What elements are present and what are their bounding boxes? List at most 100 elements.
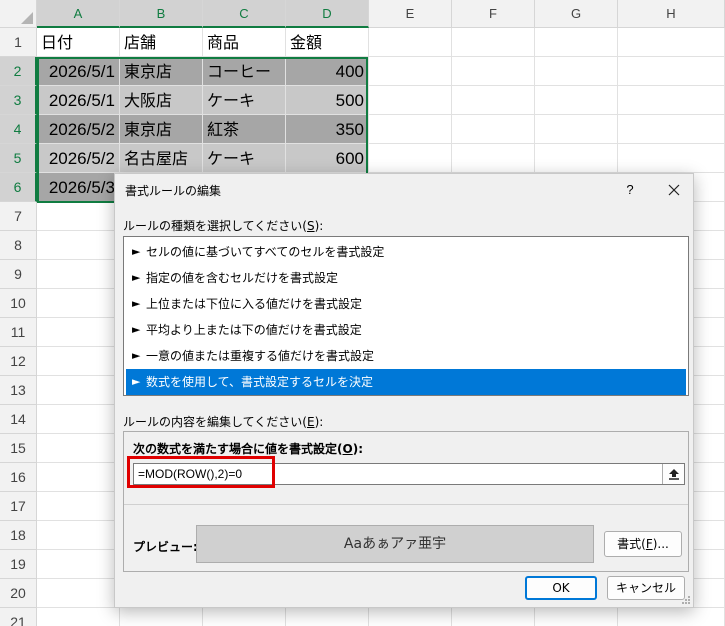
- cell-e1[interactable]: [369, 28, 452, 57]
- row-header-16[interactable]: 16: [0, 463, 37, 492]
- select-all-corner[interactable]: [0, 0, 37, 28]
- cell-a15[interactable]: [37, 434, 120, 463]
- cell-d2[interactable]: 400: [286, 57, 369, 86]
- cell-a10[interactable]: [37, 289, 120, 318]
- cell-g4[interactable]: [535, 115, 618, 144]
- column-header-a[interactable]: A: [37, 0, 120, 28]
- cell-a20[interactable]: [37, 579, 120, 608]
- row-header-3[interactable]: 3: [0, 86, 37, 115]
- cell-a2[interactable]: 2026/5/1: [37, 57, 120, 86]
- row-header-2[interactable]: 2: [0, 57, 37, 86]
- cell-c1[interactable]: 商品: [203, 28, 286, 57]
- cell-e2[interactable]: [369, 57, 452, 86]
- row-header-8[interactable]: 8: [0, 231, 37, 260]
- rule-type-item[interactable]: ► 一意の値または重複する値だけを書式設定: [126, 343, 686, 369]
- row-header-11[interactable]: 11: [0, 318, 37, 347]
- column-header-g[interactable]: G: [535, 0, 618, 28]
- cell-c5[interactable]: ケーキ: [203, 144, 286, 173]
- cell-h1[interactable]: [618, 28, 725, 57]
- cell-b3[interactable]: 大阪店: [120, 86, 203, 115]
- cell-a8[interactable]: [37, 231, 120, 260]
- row-header-21[interactable]: 21: [0, 608, 37, 626]
- row-header-15[interactable]: 15: [0, 434, 37, 463]
- cell-h4[interactable]: [618, 115, 725, 144]
- cell-h2[interactable]: [618, 57, 725, 86]
- column-header-h[interactable]: H: [618, 0, 725, 28]
- cell-f21[interactable]: [452, 608, 535, 626]
- cell-g2[interactable]: [535, 57, 618, 86]
- cell-b5[interactable]: 名古屋店: [120, 144, 203, 173]
- row-header-13[interactable]: 13: [0, 376, 37, 405]
- cell-e3[interactable]: [369, 86, 452, 115]
- cell-g3[interactable]: [535, 86, 618, 115]
- cell-h5[interactable]: [618, 144, 725, 173]
- row-header-14[interactable]: 14: [0, 405, 37, 434]
- row-header-17[interactable]: 17: [0, 492, 37, 521]
- cell-d3[interactable]: 500: [286, 86, 369, 115]
- cell-f5[interactable]: [452, 144, 535, 173]
- cell-e4[interactable]: [369, 115, 452, 144]
- cell-a4[interactable]: 2026/5/2: [37, 115, 120, 144]
- cell-g1[interactable]: [535, 28, 618, 57]
- rule-type-list[interactable]: ► セルの値に基づいてすべてのセルを書式設定 ► 指定の値を含むセルだけを書式設定 ► 上…: [123, 236, 689, 396]
- cell-a1[interactable]: 日付: [37, 28, 120, 57]
- cell-a11[interactable]: [37, 318, 120, 347]
- cell-d21[interactable]: [286, 608, 369, 626]
- cell-a13[interactable]: [37, 376, 120, 405]
- column-header-f[interactable]: F: [452, 0, 535, 28]
- row-header-7[interactable]: 7: [0, 202, 37, 231]
- cell-a19[interactable]: [37, 550, 120, 579]
- column-header-e[interactable]: E: [369, 0, 452, 28]
- cell-a21[interactable]: [37, 608, 120, 626]
- cell-c4[interactable]: 紅茶: [203, 115, 286, 144]
- rule-type-item[interactable]: ► 平均より上または下の値だけを書式設定: [126, 317, 686, 343]
- cancel-button[interactable]: キャンセル: [607, 576, 685, 600]
- row-header-10[interactable]: 10: [0, 289, 37, 318]
- rule-type-item[interactable]: ► 指定の値を含むセルだけを書式設定: [126, 265, 686, 291]
- cell-c3[interactable]: ケーキ: [203, 86, 286, 115]
- cell-h21[interactable]: [618, 608, 725, 626]
- rule-type-item[interactable]: ► セルの値に基づいてすべてのセルを書式設定: [126, 239, 686, 265]
- cell-a3[interactable]: 2026/5/1: [37, 86, 120, 115]
- row-header-18[interactable]: 18: [0, 521, 37, 550]
- cell-a9[interactable]: [37, 260, 120, 289]
- resize-grip-icon[interactable]: [681, 595, 691, 605]
- row-header-1[interactable]: 1: [0, 28, 37, 57]
- row-header-20[interactable]: 20: [0, 579, 37, 608]
- format-button[interactable]: 書式(F)...: [604, 531, 682, 557]
- cell-f4[interactable]: [452, 115, 535, 144]
- cell-f2[interactable]: [452, 57, 535, 86]
- formula-input[interactable]: =MOD(ROW(),2)=0: [133, 463, 685, 485]
- rule-type-item[interactable]: ► 数式を使用して、書式設定するセルを決定: [126, 369, 686, 395]
- cell-c21[interactable]: [203, 608, 286, 626]
- cell-a12[interactable]: [37, 347, 120, 376]
- cell-b4[interactable]: 東京店: [120, 115, 203, 144]
- column-header-c[interactable]: C: [203, 0, 286, 28]
- cell-g21[interactable]: [535, 608, 618, 626]
- cell-h3[interactable]: [618, 86, 725, 115]
- collapse-dialog-button[interactable]: [662, 464, 684, 484]
- cell-a5[interactable]: 2026/5/2: [37, 144, 120, 173]
- cell-a17[interactable]: [37, 492, 120, 521]
- cell-b21[interactable]: [120, 608, 203, 626]
- ok-button[interactable]: OK: [525, 576, 597, 600]
- cell-d1[interactable]: 金額: [286, 28, 369, 57]
- cell-b2[interactable]: 東京店: [120, 57, 203, 86]
- row-header-9[interactable]: 9: [0, 260, 37, 289]
- column-header-b[interactable]: B: [120, 0, 203, 28]
- cell-c2[interactable]: コーヒー: [203, 57, 286, 86]
- cell-a7[interactable]: [37, 202, 120, 231]
- cell-d5[interactable]: 600: [286, 144, 369, 173]
- cell-g5[interactable]: [535, 144, 618, 173]
- column-header-d[interactable]: D: [286, 0, 369, 28]
- cell-e21[interactable]: [369, 608, 452, 626]
- cell-d4[interactable]: 350: [286, 115, 369, 144]
- cell-a14[interactable]: [37, 405, 120, 434]
- cell-a18[interactable]: [37, 521, 120, 550]
- cell-f3[interactable]: [452, 86, 535, 115]
- row-header-5[interactable]: 5: [0, 144, 37, 173]
- cell-f1[interactable]: [452, 28, 535, 57]
- row-header-19[interactable]: 19: [0, 550, 37, 579]
- help-button[interactable]: ?: [620, 180, 640, 200]
- cell-e5[interactable]: [369, 144, 452, 173]
